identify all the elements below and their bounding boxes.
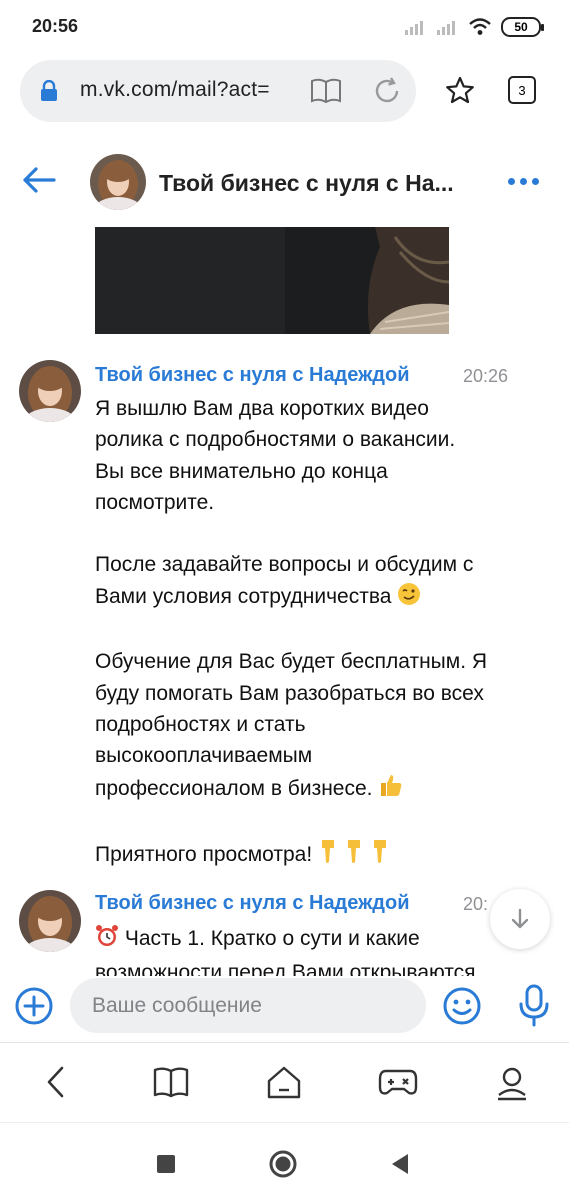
pointing-down-emoji-icon	[318, 838, 396, 873]
message-time: 20:	[463, 894, 489, 914]
microphone-icon[interactable]	[518, 984, 550, 1028]
plus-circle-icon[interactable]	[14, 986, 54, 1026]
status-time: 20:56	[32, 16, 79, 36]
message-text-part: Обучение для Вас будет бесплатным. Я буд…	[95, 650, 488, 800]
message-list[interactable]: Твой бизнес с нуля с Надеждой 20:26 Я вы…	[0, 224, 569, 976]
wink-emoji-icon	[397, 582, 421, 615]
reader-mode-icon[interactable]	[310, 77, 342, 105]
message-input[interactable]	[70, 978, 426, 1033]
lock-icon	[41, 80, 57, 101]
message-composer	[0, 976, 569, 1042]
attached-image[interactable]	[95, 227, 449, 334]
browser-toolbar: m.vk.com/mail?act= 3	[0, 56, 569, 130]
browser-bottom-nav	[0, 1042, 569, 1122]
chat-header: Твой бизнес с нуля с На...	[0, 140, 569, 224]
recents-icon[interactable]	[157, 1155, 175, 1173]
games-icon[interactable]	[378, 1065, 418, 1099]
message-text-part: Приятного просмотра!	[95, 843, 313, 867]
message-author[interactable]: Твой бизнес с нуля с Надеждой	[95, 364, 410, 387]
message-text: Я вышлю Вам два коротких видео ролика с …	[95, 393, 555, 873]
avatar[interactable]	[90, 154, 146, 210]
system-back-icon[interactable]	[390, 1153, 410, 1175]
signal-icon	[437, 21, 455, 35]
address-bar[interactable]: m.vk.com/mail?act=	[20, 60, 416, 122]
back-icon[interactable]	[44, 1065, 68, 1099]
message-text: Часть 1. Кратко о сути и какие возможнос…	[95, 923, 555, 976]
star-icon[interactable]	[445, 76, 475, 104]
battery-indicator: 50	[501, 17, 544, 37]
arrow-down-icon	[511, 908, 529, 929]
avatar[interactable]	[19, 890, 81, 952]
signal-icon	[405, 21, 423, 35]
home-icon[interactable]	[266, 1065, 302, 1101]
reload-icon[interactable]	[372, 76, 402, 106]
bookmarks-icon[interactable]	[153, 1065, 189, 1099]
thumbs-up-emoji-icon	[378, 772, 404, 807]
back-arrow-icon[interactable]	[22, 166, 56, 194]
profile-icon[interactable]	[496, 1065, 528, 1101]
status-bar: 20:56 50	[0, 0, 569, 56]
smiley-icon[interactable]	[442, 986, 482, 1026]
status-icons: 50	[405, 15, 544, 39]
scroll-down-button[interactable]	[490, 889, 550, 949]
message-time: 20:26	[463, 366, 509, 386]
more-dots-icon[interactable]	[508, 178, 539, 185]
alarm-clock-emoji-icon	[95, 924, 119, 957]
message-text-part: Я вышлю Вам два коротких видео ролика с …	[95, 397, 474, 608]
message-author[interactable]: Твой бизнес с нуля с Надеждой	[95, 892, 410, 915]
chat-title[interactable]: Твой бизнес с нуля с На...	[159, 170, 454, 197]
tabs-count-button[interactable]: 3	[508, 76, 536, 104]
avatar[interactable]	[19, 360, 81, 422]
url-text[interactable]: m.vk.com/mail?act=	[80, 78, 270, 102]
wifi-icon	[469, 18, 491, 35]
message-text-part: Часть 1. Кратко о сути и какие возможнос…	[95, 927, 476, 976]
system-nav-bar	[0, 1122, 569, 1200]
home-circle-icon[interactable]	[268, 1149, 298, 1179]
